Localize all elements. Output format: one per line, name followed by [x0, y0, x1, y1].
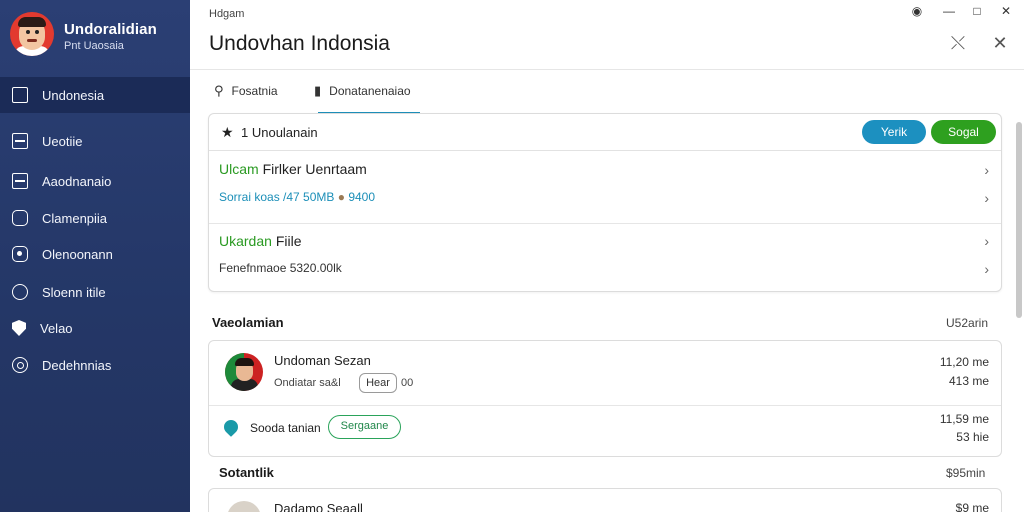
sidebar: Undoralidian Pnt Uaosaia Undonesia Ueoti…	[0, 0, 190, 512]
list-item-size: 413 me	[948, 374, 989, 388]
maximize-icon[interactable]: □	[969, 4, 985, 18]
primary-button[interactable]: Yerik	[862, 120, 926, 144]
share-icon[interactable]: ⤬	[947, 32, 969, 54]
list-item-meta: Ondiatar sa&l	[274, 377, 341, 389]
tab-fosatnia[interactable]: ⚲ Fosatnia	[214, 82, 278, 100]
list-item-name: Sooda tanian	[250, 421, 321, 435]
sidebar-item-label: Dedehnnias	[42, 357, 112, 373]
sidebar-item-clamenpiia[interactable]: Clamenpiia	[0, 200, 190, 236]
tab-label: Fosatnia	[231, 84, 278, 98]
pin-icon[interactable]: ◉	[909, 4, 925, 18]
sidebar-item-label: Velao	[40, 320, 73, 336]
list-icon	[12, 133, 28, 149]
row-label: Firlker Uenrtaam	[262, 161, 367, 177]
second-list: Dadamo Seaall $9 me	[208, 488, 1002, 512]
list-item-size: 53 hie	[956, 430, 989, 444]
card-header: ★ 1 Unoulanain Yerik Sogal	[209, 114, 1001, 151]
square-icon	[12, 87, 28, 103]
sidebar-item-ueotiie[interactable]: Ueotiie	[0, 123, 190, 159]
support-icon	[12, 357, 28, 373]
tag-badge[interactable]: Hear	[359, 373, 397, 393]
activity-list: Undoman Sezan Ondiatar sa&l Hear 00 11,2…	[208, 340, 1002, 457]
sidebar-item-olenoonann[interactable]: Olenoonann	[0, 236, 190, 272]
tab-donatanenaiao[interactable]: ▮ Donatanenaiao	[314, 82, 411, 100]
sidebar-item-aaodnanaio[interactable]: Aaodnanaio	[0, 163, 190, 199]
sidebar-item-velao[interactable]: Velao	[0, 310, 190, 346]
attachment-icon: ●	[337, 190, 345, 204]
window-header: Hdgam Undovhan Indonsia ◉ — □ ✕ ⤬ ✕	[190, 0, 1024, 70]
chevron-right-icon[interactable]: ›	[984, 261, 989, 277]
brand-subtitle: Pnt Uaosaia	[64, 40, 124, 52]
close-icon[interactable]: ✕	[989, 32, 1011, 54]
card-row-4[interactable]: Fenefnmaoe 5320.00lk	[219, 261, 342, 275]
sidebar-item-label: Olenoonann	[42, 246, 113, 262]
window-icon	[12, 210, 28, 226]
list-item-time: 11,20 me	[939, 355, 989, 369]
card-header-text: 1 Unoulanain	[241, 125, 318, 140]
sidebar-item-label: Undonesia	[42, 87, 105, 103]
upload-card: ★ 1 Unoulanain Yerik Sogal Ulcam Firlker…	[208, 113, 1002, 292]
sidebar-item-label: Ueotiie	[42, 133, 83, 149]
book-icon: ▮	[314, 83, 322, 98]
brand: Undoralidian Pnt Uaosaia	[10, 12, 185, 62]
chevron-right-icon[interactable]: ›	[984, 233, 989, 249]
grid-icon	[12, 173, 28, 189]
section-meta: $95min	[946, 466, 986, 480]
status-badge[interactable]: Sergaane	[328, 415, 401, 439]
avatar	[225, 353, 263, 391]
row-label-green: Ulcam	[219, 161, 259, 177]
file-info-tail: 9400	[348, 190, 376, 204]
minimize-icon[interactable]: —	[941, 4, 957, 18]
card-row-2[interactable]: Sorrai koas /47 50MB ● 9400	[219, 190, 375, 204]
list-item-time: 11,59 me	[939, 412, 989, 426]
lock-icon	[12, 246, 28, 262]
chevron-right-icon[interactable]: ›	[984, 190, 989, 206]
sidebar-item-label: Aaodnanaio	[42, 173, 112, 189]
list-item-name: Undoman Sezan	[274, 353, 371, 368]
scrollbar[interactable]	[1016, 122, 1022, 318]
shield-icon	[12, 320, 26, 336]
sidebar-item-undonesia[interactable]: Undonesia	[0, 77, 190, 113]
card-row-1[interactable]: Ulcam Firlker Uenrtaam	[219, 161, 367, 177]
brand-title: Undoralidian	[64, 21, 157, 38]
section-title: Sotantlik	[219, 465, 274, 480]
sidebar-item-sloenn-itile[interactable]: Sloenn itile	[0, 274, 190, 310]
search-icon: ⚲	[214, 83, 224, 98]
section-meta: U52arin	[946, 316, 989, 330]
brand-avatar	[10, 12, 54, 56]
page-title: Undovhan Indonsia	[209, 32, 390, 55]
section-title: Vaeolamian	[212, 315, 284, 330]
chat-icon	[12, 284, 28, 300]
file-info: Sorrai koas /47 50MB	[219, 190, 335, 204]
tab-label: Donatanenaiao	[329, 84, 411, 98]
card-row-3[interactable]: Ukardan Fiile	[219, 233, 301, 249]
close-window-icon[interactable]: ✕	[998, 4, 1014, 18]
divider	[209, 223, 1001, 224]
secondary-button[interactable]: Sogal	[931, 120, 996, 144]
row-label-green: Ukardan	[219, 233, 272, 249]
sidebar-item-label: Sloenn itile	[42, 284, 106, 300]
sidebar-item-label: Clamenpiia	[42, 210, 108, 226]
divider	[209, 405, 1001, 406]
sidebar-item-dedehnnias[interactable]: Dedehnnias	[0, 347, 190, 383]
list-item-tail: 00	[401, 377, 414, 389]
avatar	[227, 501, 261, 512]
star-icon: ★	[221, 124, 234, 140]
heart-icon	[221, 417, 241, 437]
row-label: Fiile	[275, 233, 302, 249]
chevron-right-icon[interactable]: ›	[984, 162, 989, 178]
list-item-time: $9 me	[955, 501, 989, 512]
breadcrumb: Hdgam	[209, 8, 245, 20]
list-item-name: Dadamo Seaall	[274, 501, 363, 512]
